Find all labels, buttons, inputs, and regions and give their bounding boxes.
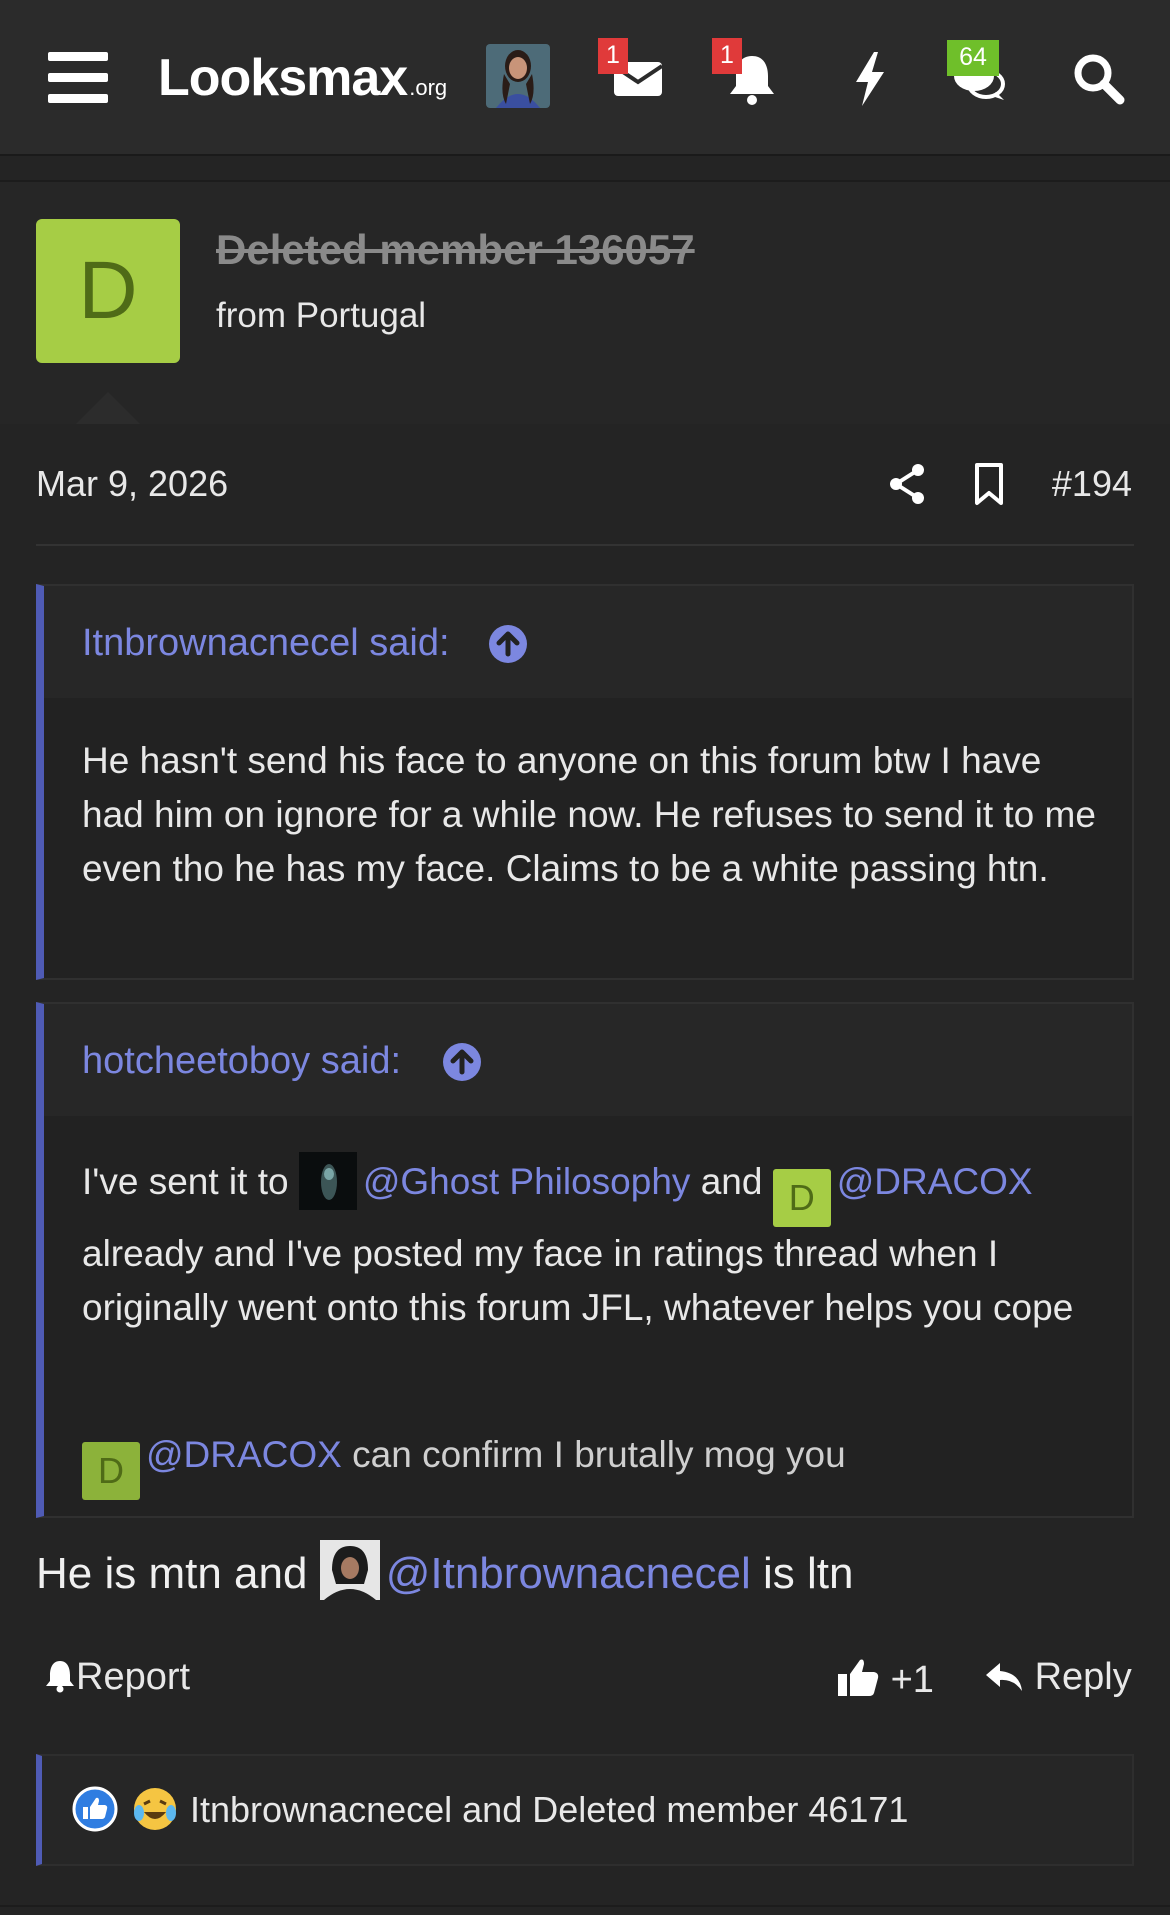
author-caret [74, 392, 142, 426]
quote-header: hotcheetoboy said: [44, 1004, 1132, 1116]
messages-badge: 1 [598, 38, 628, 74]
laughing-crying-reaction-icon [134, 1788, 176, 1830]
quote-text-part: already and I've posted my face in ratin… [82, 1233, 1074, 1328]
reply-arrow-icon [986, 1663, 1022, 1691]
quote-block: hotcheetoboy said: I've sent it to @Ghos… [36, 1002, 1134, 1518]
post-date[interactable]: Mar 9, 2026 [36, 463, 228, 505]
like-count: +1 [890, 1659, 934, 1701]
quote-block: Itnbrownacnecel said: He hasn't send his… [36, 584, 1134, 980]
go-to-quoted-post-icon[interactable] [488, 624, 528, 664]
mention-link[interactable]: @DRACOX [837, 1161, 1033, 1202]
quote-header: Itnbrownacnecel said: [44, 586, 1132, 698]
alerts-badge: 1 [712, 38, 742, 74]
quote-author-link[interactable]: hotcheetoboy said: [82, 1040, 401, 1083]
quote-text-part: and [700, 1161, 763, 1202]
quote-text: He hasn't send his face to anyone on thi… [82, 740, 1096, 889]
whats-new-bolt-icon[interactable] [840, 48, 900, 108]
quote-text: D @DRACOX can confirm I brutally mog you [82, 1428, 1102, 1500]
itnbrownacnecel-avatar[interactable] [319, 1540, 380, 1600]
post-message: He is mtn and @Itnbrownacnecel is ltn [36, 1540, 854, 1600]
user-avatar[interactable] [486, 44, 550, 108]
message-text-part: is ltn [763, 1549, 854, 1598]
message-text-part: He is mtn and [36, 1549, 308, 1598]
quote-text-part: can confirm I brutally mog you [352, 1434, 846, 1475]
divider [0, 1905, 1170, 1907]
quote-text: I've sent it to @Ghost Philosophy and D @… [82, 1152, 1102, 1335]
bookmark-icon[interactable] [968, 462, 1010, 506]
top-navigation-bar: Looksmax.org 1 1 64 [0, 0, 1170, 156]
menu-icon[interactable] [48, 52, 108, 104]
reply-button[interactable]: Reply [984, 1656, 1132, 1699]
like-reaction-icon [72, 1786, 118, 1832]
site-logo[interactable]: Looksmax.org [158, 48, 447, 108]
quote-author-link[interactable]: Itnbrownacnecel said: [82, 622, 450, 665]
report-button[interactable]: Report [44, 1656, 190, 1699]
share-icon[interactable] [886, 462, 928, 506]
chat-badge: 64 [947, 40, 999, 76]
go-to-quoted-post-icon[interactable] [442, 1042, 482, 1082]
mention-link[interactable]: @Itnbrownacnecel [386, 1549, 751, 1598]
reactions-list[interactable]: Itnbrownacnecel and Deleted member 46171 [190, 1789, 908, 1831]
author-location: from Portugal [216, 296, 427, 335]
mention-link[interactable]: @Ghost Philosophy [363, 1161, 691, 1202]
ghost-philosophy-avatar[interactable] [298, 1152, 357, 1210]
report-label: Report [76, 1656, 191, 1698]
quote-text-part: I've sent it to [82, 1161, 289, 1202]
author-username[interactable]: Deleted member 136057 [216, 226, 695, 274]
logo-suffix: .org [409, 75, 448, 100]
author-avatar[interactable]: D [36, 219, 180, 363]
divider [36, 544, 1134, 546]
thumbs-up-icon [838, 1659, 879, 1696]
bell-icon [46, 1661, 74, 1693]
dracox-avatar[interactable]: D [82, 1442, 140, 1500]
logo-main: Looksmax [158, 49, 408, 107]
like-button[interactable]: +1 [836, 1656, 934, 1702]
reply-label: Reply [1034, 1656, 1132, 1698]
post-number[interactable]: #194 [1052, 463, 1132, 505]
dracox-avatar[interactable]: D [772, 1169, 831, 1227]
search-icon[interactable] [1068, 48, 1128, 108]
mention-link[interactable]: @DRACOX [146, 1434, 342, 1475]
